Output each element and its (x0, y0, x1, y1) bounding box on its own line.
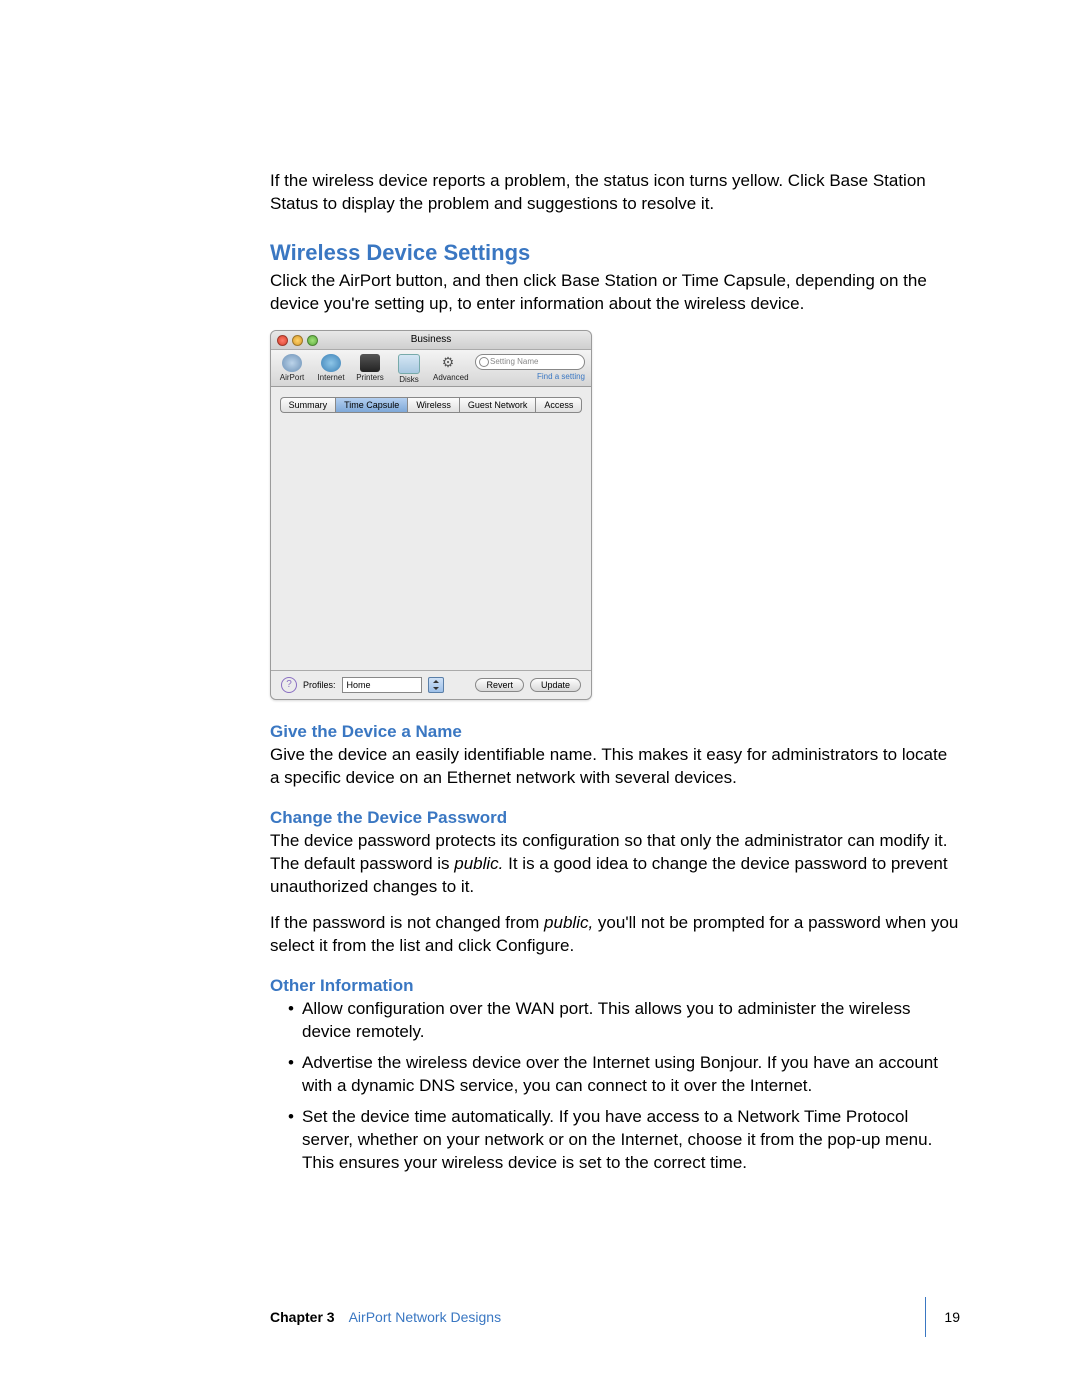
profiles-label: Profiles: (303, 680, 336, 690)
give-name-heading: Give the Device a Name (270, 722, 960, 742)
name-field[interactable]: Business (418, 431, 570, 447)
key-icon[interactable]: ⚿ (554, 475, 570, 491)
printer-icon (360, 354, 380, 372)
minimize-icon[interactable] (292, 335, 303, 346)
toolbar: AirPort Internet Printers Disks ⚙ Advanc… (271, 350, 591, 387)
list-item: Allow configuration over the WAN port. T… (288, 998, 960, 1044)
toolbar-printers[interactable]: Printers (355, 354, 385, 382)
list-item: Advertise the wireless device over the I… (288, 1052, 960, 1098)
time-server-dropdown[interactable] (554, 552, 570, 568)
options-button[interactable]: Options… (400, 633, 462, 647)
timezone-dropdown[interactable] (554, 573, 570, 589)
chapter-label: Chapter 3 (270, 1309, 335, 1325)
chapter-title: AirPort Network Designs (349, 1309, 502, 1325)
toolbar-advanced[interactable]: ⚙ Advanced (433, 354, 463, 382)
window-title: Business (411, 334, 452, 345)
tab-wireless[interactable]: Wireless (407, 397, 459, 413)
tabs: Summary Time Capsule Wireless Guest Netw… (271, 397, 591, 413)
traffic-lights (277, 335, 318, 346)
verify-label: Verify Password: (292, 499, 412, 509)
tab-time-capsule[interactable]: Time Capsule (335, 397, 407, 413)
allow-bonjour-label: Allow setup over the Internet using Bonj… (344, 613, 516, 623)
wireless-device-settings-heading: Wireless Device Settings (270, 240, 960, 266)
tab-summary[interactable]: Summary (280, 397, 336, 413)
allow-wan-checkbox[interactable] (310, 595, 322, 607)
update-button[interactable]: Update (530, 678, 581, 692)
page-footer: Chapter 3 AirPort Network Designs 19 (0, 1297, 1080, 1337)
change-password-heading: Change the Device Password (270, 808, 960, 828)
list-item: Set the device time automatically. If yo… (288, 1106, 960, 1175)
revert-button[interactable]: Revert (475, 678, 524, 692)
allow-bonjour-checkbox[interactable] (326, 613, 338, 625)
remember-checkbox[interactable] (418, 521, 428, 533)
search-input[interactable]: Setting Name (475, 354, 585, 370)
globe-icon (321, 354, 341, 372)
toolbar-disks[interactable]: Disks (394, 354, 424, 384)
disk-icon (398, 354, 420, 374)
wireless-paragraph: Click the AirPort button, and then click… (270, 270, 960, 316)
find-setting-label: Find a setting (475, 372, 585, 381)
time-server-field[interactable]: time.apple.com (418, 552, 548, 568)
other-info-heading: Other Information (270, 976, 960, 996)
profiles-select[interactable]: Home (342, 677, 422, 693)
toolbar-airport[interactable]: AirPort (277, 354, 307, 382)
window-titlebar: Business (271, 331, 591, 350)
give-name-paragraph: Give the device an easily identifiable n… (270, 744, 960, 790)
change-password-paragraph-1: The device password protects its configu… (270, 830, 960, 899)
tab-guest-network[interactable]: Guest Network (459, 397, 536, 413)
verify-field[interactable]: •••••• (418, 496, 570, 512)
password-label: Time Capsule Password: (292, 478, 412, 488)
profiles-dropdown[interactable] (428, 677, 444, 693)
timezone-label: Time Zone: (292, 576, 412, 586)
gear-icon: ⚙ (438, 354, 458, 372)
remember-label: Remember this password in my keychain (438, 517, 570, 537)
page-number: 19 (925, 1297, 960, 1337)
intro-paragraph: If the wireless device reports a problem… (270, 170, 960, 216)
timezone-field[interactable]: US/Pacific (418, 573, 548, 589)
allow-wan-label: Allow setup over WAN (328, 595, 417, 605)
edit-button[interactable]: Edit… (523, 454, 570, 468)
airport-icon (282, 354, 302, 372)
bottom-bar: ? Profiles: Home Revert Update (271, 670, 591, 699)
airport-utility-window: Business AirPort Internet Printers Disks… (270, 330, 592, 700)
toolbar-internet[interactable]: Internet (316, 354, 346, 382)
settings-pane: Time Capsule Name: Business Time-Capsule… (281, 412, 581, 660)
hostname-label: Time-Capsule-fb922c.local (418, 452, 511, 470)
close-icon[interactable] (277, 335, 288, 346)
help-icon[interactable]: ? (281, 677, 297, 693)
tab-access[interactable]: Access (535, 397, 582, 413)
password-field[interactable]: •••••• (418, 475, 548, 491)
other-info-list: Allow configuration over the WAN port. T… (270, 998, 960, 1175)
set-time-checkbox[interactable] (303, 554, 315, 566)
zoom-icon[interactable] (307, 335, 318, 346)
set-time-label: Set time automatically: (321, 554, 412, 564)
change-password-paragraph-2: If the password is not changed from publ… (270, 912, 960, 958)
name-label: Time Capsule Name: (292, 434, 412, 444)
